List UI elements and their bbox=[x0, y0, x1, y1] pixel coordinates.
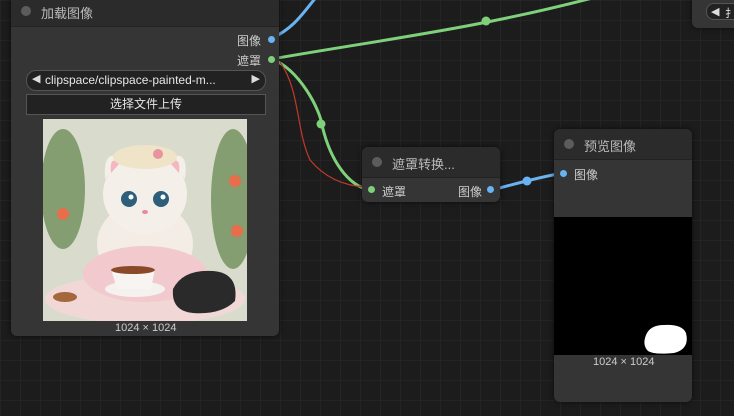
offscreen-combo-text: 扌 bbox=[725, 8, 734, 20]
input-mask-port[interactable] bbox=[368, 186, 375, 193]
collapse-dot-icon[interactable] bbox=[564, 139, 574, 149]
output-image-label: 图像 bbox=[236, 34, 261, 48]
output-image-label: 图像 bbox=[457, 185, 482, 199]
node-title-bar[interactable]: 加载图像 bbox=[11, 0, 279, 27]
node-title: 遮罩转换... bbox=[392, 157, 455, 172]
node-title-bar[interactable]: 预览图像 bbox=[554, 129, 692, 160]
node-title: 加载图像 bbox=[41, 6, 94, 21]
offscreen-node[interactable]: ◀ 扌 bbox=[692, 0, 734, 28]
image-file-combo[interactable]: ◀ clipspace/clipspace-painted-m... ▶ bbox=[26, 70, 266, 91]
mask-shape bbox=[644, 324, 687, 354]
mask-to-image-node[interactable]: 遮罩转换... 遮罩 图像 bbox=[362, 147, 500, 202]
output-mask-label: 遮罩 bbox=[236, 54, 261, 68]
file-combo-value: clipspace/clipspace-painted-m... bbox=[45, 73, 216, 87]
prev-arrow-icon[interactable]: ◀ bbox=[711, 5, 719, 18]
input-image-port[interactable] bbox=[560, 170, 567, 177]
output-mask-port[interactable] bbox=[268, 56, 275, 63]
next-arrow-icon[interactable]: ▶ bbox=[252, 72, 260, 85]
cat-illustration bbox=[43, 119, 247, 321]
image-size-label: 1024 × 1024 bbox=[593, 356, 655, 368]
node-title: 预览图像 bbox=[584, 139, 637, 154]
collapse-dot-icon[interactable] bbox=[21, 6, 31, 16]
loaded-image-preview bbox=[43, 119, 247, 321]
input-mask-label: 遮罩 bbox=[382, 185, 407, 199]
image-size-label: 1024 × 1024 bbox=[115, 322, 177, 334]
upload-button[interactable]: 选择文件上传 bbox=[26, 94, 266, 115]
output-image-port[interactable] bbox=[268, 36, 275, 43]
output-image-port[interactable] bbox=[487, 186, 494, 193]
preview-mask-image bbox=[554, 217, 692, 355]
offscreen-combo[interactable]: ◀ 扌 bbox=[706, 3, 734, 20]
preview-image-node[interactable]: 预览图像 图像 1024 × 1024 bbox=[554, 129, 692, 402]
node-title-bar[interactable]: 遮罩转换... bbox=[362, 147, 500, 178]
input-image-label: 图像 bbox=[574, 168, 599, 182]
load-image-node[interactable]: 加载图像 图像 遮罩 ◀ clipspace/clipspace-painted… bbox=[11, 0, 279, 336]
collapse-dot-icon[interactable] bbox=[372, 157, 382, 167]
prev-arrow-icon[interactable]: ◀ bbox=[32, 72, 40, 85]
